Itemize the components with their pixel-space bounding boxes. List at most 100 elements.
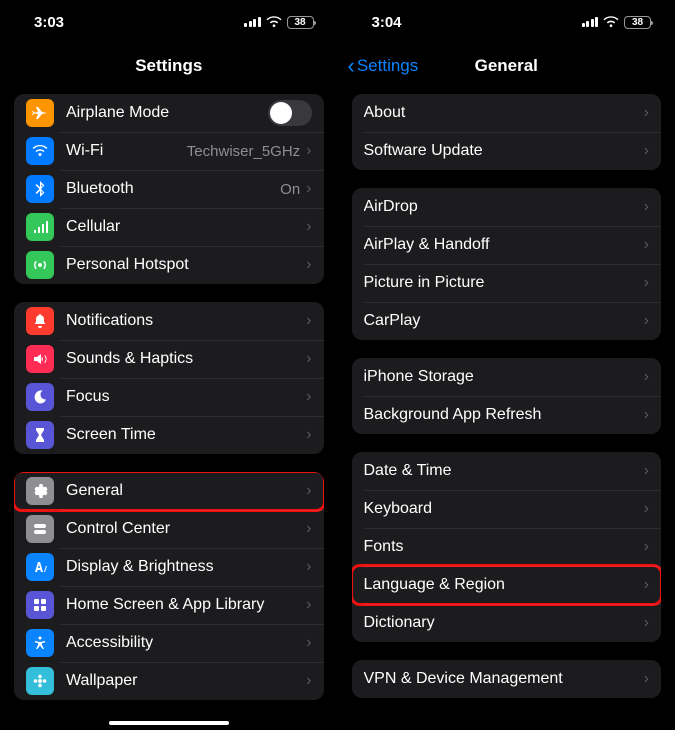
cellular-signal-icon <box>582 17 599 27</box>
row-hotspot[interactable]: Personal Hotspot› <box>14 246 324 284</box>
speaker-icon <box>26 345 54 373</box>
chevron-right-icon: › <box>644 462 649 480</box>
row-label: Wallpaper <box>66 672 306 690</box>
row-label: AirDrop <box>364 198 644 216</box>
row-label: Wi-Fi <box>66 142 187 160</box>
row-wallpaper[interactable]: Wallpaper› <box>14 662 324 700</box>
chevron-right-icon: › <box>306 142 311 160</box>
wifi-status-icon <box>603 16 619 28</box>
settings-group: Date & Time›Keyboard›Fonts›Language & Re… <box>352 452 662 642</box>
toggle-switch[interactable] <box>268 100 312 126</box>
row-display[interactable]: Display & Brightness› <box>14 548 324 586</box>
status-bar: 3:04 38 <box>338 0 675 44</box>
row-detail: Techwiser_5GHz <box>187 143 300 160</box>
row-language-region[interactable]: Language & Region› <box>352 566 662 604</box>
home-indicator[interactable] <box>109 721 229 725</box>
hotspot-icon <box>26 251 54 279</box>
row-label: Control Center <box>66 520 306 538</box>
row-label: Focus <box>66 388 306 406</box>
chevron-right-icon: › <box>306 426 311 444</box>
row-vpn[interactable]: VPN & Device Management› <box>352 660 662 698</box>
row-screentime[interactable]: Screen Time› <box>14 416 324 454</box>
row-label: iPhone Storage <box>364 368 644 386</box>
row-keyboard[interactable]: Keyboard› <box>352 490 662 528</box>
row-fonts[interactable]: Fonts› <box>352 528 662 566</box>
chevron-right-icon: › <box>306 388 311 406</box>
wifi-icon <box>26 137 54 165</box>
row-label: Language & Region <box>364 576 644 594</box>
page-title: General <box>475 56 538 76</box>
row-notifications[interactable]: Notifications› <box>14 302 324 340</box>
chevron-right-icon: › <box>306 634 311 652</box>
row-sounds[interactable]: Sounds & Haptics› <box>14 340 324 378</box>
moon-icon <box>26 383 54 411</box>
status-time: 3:04 <box>372 14 402 31</box>
row-label: Fonts <box>364 538 644 556</box>
row-software-update[interactable]: Software Update› <box>352 132 662 170</box>
general-list[interactable]: About›Software Update›AirDrop›AirPlay & … <box>338 88 675 730</box>
settings-list[interactable]: Airplane Mode Wi-FiTechwiser_5GHz › Bluetoo… <box>0 88 338 730</box>
row-label: CarPlay <box>364 312 644 330</box>
row-label: AirPlay & Handoff <box>364 236 644 254</box>
settings-group: About›Software Update› <box>352 94 662 170</box>
settings-group: Airplane Mode Wi-FiTechwiser_5GHz › Bluetoo… <box>14 94 324 284</box>
row-focus[interactable]: Focus› <box>14 378 324 416</box>
row-label: Sounds & Haptics <box>66 350 306 368</box>
row-date-time[interactable]: Date & Time› <box>352 452 662 490</box>
settings-screen: 3:03 38 Settings Airplane ModeWi-FiTechw… <box>0 0 338 730</box>
chevron-right-icon: › <box>644 142 649 160</box>
row-label: Date & Time <box>364 462 644 480</box>
general-screen: 3:04 38 ‹ Settings General About›Softwar… <box>338 0 675 730</box>
chevron-right-icon: › <box>644 312 649 330</box>
settings-group: AirDrop›AirPlay & Handoff›Picture in Pic… <box>352 188 662 340</box>
row-airdrop[interactable]: AirDrop› <box>352 188 662 226</box>
row-general[interactable]: General› <box>14 472 324 510</box>
row-homescreen[interactable]: Home Screen & App Library› <box>14 586 324 624</box>
back-button[interactable]: ‹ Settings <box>348 55 419 77</box>
flower-icon <box>26 667 54 695</box>
row-label: Cellular <box>66 218 306 236</box>
chevron-right-icon: › <box>644 104 649 122</box>
row-storage[interactable]: iPhone Storage› <box>352 358 662 396</box>
row-label: Bluetooth <box>66 180 280 198</box>
battery-indicator: 38 <box>624 16 651 29</box>
cellular-signal-icon <box>244 17 261 27</box>
row-label: VPN & Device Management <box>364 670 644 688</box>
row-bluetooth[interactable]: BluetoothOn› <box>14 170 324 208</box>
row-bg-refresh[interactable]: Background App Refresh› <box>352 396 662 434</box>
grid-icon <box>26 591 54 619</box>
chevron-right-icon: › <box>306 350 311 368</box>
chevron-right-icon: › <box>644 576 649 594</box>
row-airplay[interactable]: AirPlay & Handoff› <box>352 226 662 264</box>
chevron-left-icon: ‹ <box>348 55 355 77</box>
settings-group: iPhone Storage›Background App Refresh› <box>352 358 662 434</box>
wifi-status-icon <box>266 16 282 28</box>
row-airplane[interactable]: Airplane Mode <box>14 94 324 132</box>
row-controlcenter[interactable]: Control Center› <box>14 510 324 548</box>
row-cellular[interactable]: Cellular› <box>14 208 324 246</box>
row-pip[interactable]: Picture in Picture› <box>352 264 662 302</box>
row-about[interactable]: About› <box>352 94 662 132</box>
row-label: Keyboard <box>364 500 644 518</box>
status-right: 38 <box>582 16 652 29</box>
airplane-icon <box>26 99 54 127</box>
row-label: Accessibility <box>66 634 306 652</box>
chevron-right-icon: › <box>306 482 311 500</box>
bell-icon <box>26 307 54 335</box>
chevron-right-icon: › <box>306 520 311 538</box>
settings-group: VPN & Device Management› <box>352 660 662 698</box>
row-dictionary[interactable]: Dictionary› <box>352 604 662 642</box>
chevron-right-icon: › <box>644 236 649 254</box>
chevron-right-icon: › <box>644 368 649 386</box>
chevron-right-icon: › <box>644 406 649 424</box>
row-label: About <box>364 104 644 122</box>
row-wifi[interactable]: Wi-FiTechwiser_5GHz › <box>14 132 324 170</box>
status-right: 38 <box>244 16 314 29</box>
row-carplay[interactable]: CarPlay› <box>352 302 662 340</box>
status-bar: 3:03 38 <box>0 0 338 44</box>
row-accessibility[interactable]: Accessibility› <box>14 624 324 662</box>
switches-icon <box>26 515 54 543</box>
settings-group: General›Control Center›Display & Brightn… <box>14 472 324 700</box>
chevron-right-icon: › <box>644 274 649 292</box>
hourglass-icon <box>26 421 54 449</box>
